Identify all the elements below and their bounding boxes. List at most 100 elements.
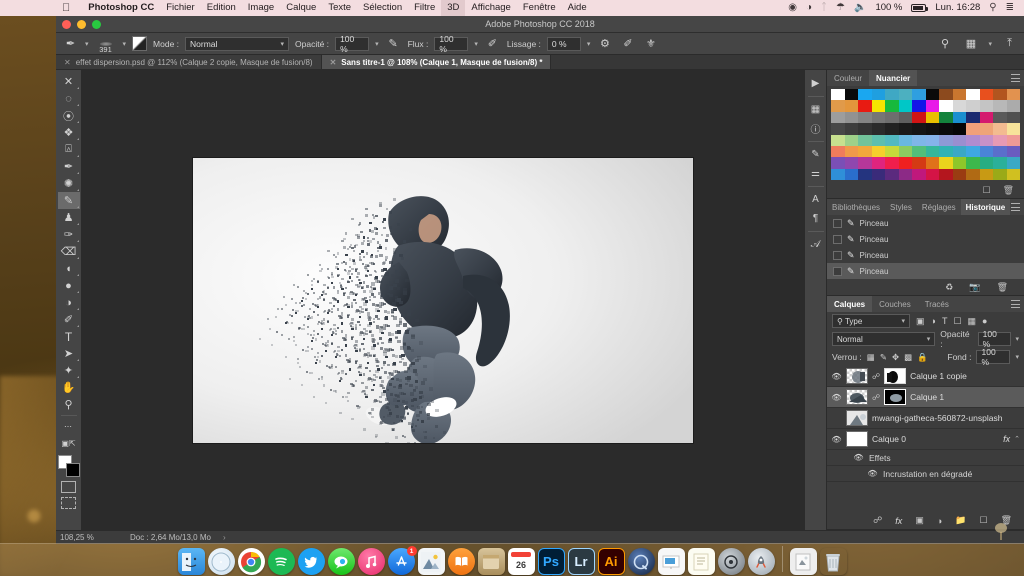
color-swatch[interactable] xyxy=(939,111,953,124)
pen-tool[interactable]: ✐ xyxy=(58,311,80,328)
panel-menu-icon[interactable] xyxy=(1011,203,1020,212)
color-swatch[interactable] xyxy=(898,134,912,146)
search-icon[interactable]: ⚲ xyxy=(989,0,996,16)
wifi-icon[interactable]: ☂ xyxy=(836,0,845,16)
color-swatch[interactable] xyxy=(912,100,926,112)
flow-chevron-icon[interactable]: ▾ xyxy=(474,40,478,48)
color-swatch[interactable] xyxy=(831,134,845,146)
color-swatch[interactable] xyxy=(898,145,912,158)
dodge-tool[interactable]: ◑ xyxy=(58,294,80,311)
color-swatch[interactable] xyxy=(925,134,939,146)
document-tab-effet-dispersion[interactable]: ✕ effet dispersion.psd @ 112% (Calque 2 … xyxy=(56,55,322,69)
color-swatch[interactable] xyxy=(898,100,912,112)
color-swatch[interactable] xyxy=(1006,123,1020,135)
tab-reglages[interactable]: Réglages xyxy=(917,199,961,215)
color-swatch[interactable] xyxy=(912,134,926,146)
brush-preset-icon[interactable]: 391 xyxy=(95,35,117,53)
color-swatch[interactable] xyxy=(831,168,845,181)
menu-item-filtre[interactable]: Filtre xyxy=(408,0,441,16)
color-swatch[interactable] xyxy=(1006,134,1020,146)
color-swatch[interactable] xyxy=(871,145,885,158)
color-swatch[interactable] xyxy=(858,168,872,181)
new-adjustment-icon[interactable]: ◑ xyxy=(937,516,942,526)
color-swatch[interactable] xyxy=(844,89,858,101)
brush-tool[interactable]: ✎ xyxy=(57,192,80,209)
brush-tool-chevron-icon[interactable]: ▾ xyxy=(85,40,89,48)
color-swatch[interactable] xyxy=(898,111,912,124)
link-icon[interactable]: ☍ xyxy=(873,515,882,526)
color-swatch[interactable] xyxy=(939,145,953,158)
document-tab-sans-titre-1[interactable]: ✕ Sans titre-1 @ 108% (Calque 1, Masque … xyxy=(321,55,552,69)
layer-name[interactable]: mwangi-gatheca-560872-unsplash xyxy=(872,413,1020,423)
color-swatch[interactable] xyxy=(952,134,966,146)
layer-thumbnail[interactable] xyxy=(846,368,868,385)
tab-bibliotheques[interactable]: Bibliothèques xyxy=(827,199,885,215)
new-group-icon[interactable]: 📁 xyxy=(955,515,966,526)
layer-effects-group[interactable]: 👁 Effets xyxy=(827,450,1024,467)
move-tool[interactable]: ✕︎ xyxy=(58,73,80,90)
color-swatch[interactable] xyxy=(979,145,993,158)
color-swatch[interactable] xyxy=(966,111,980,124)
color-swatch[interactable] xyxy=(831,145,845,158)
close-icon[interactable]: ✕ xyxy=(64,58,71,67)
path-selection-tool[interactable]: ➤ xyxy=(58,345,80,362)
menubar-clock[interactable]: Lun. 16:28 xyxy=(935,0,980,16)
menu-app-name[interactable]: Photoshop CC xyxy=(82,0,160,16)
color-swatch[interactable] xyxy=(939,89,953,101)
menu-item-edition[interactable]: Edition xyxy=(201,0,242,16)
color-swatch[interactable] xyxy=(898,157,912,169)
trash-icon[interactable]: 🗑 xyxy=(997,282,1008,293)
lock-position-icon[interactable]: ✥ xyxy=(892,352,899,363)
color-swatch[interactable] xyxy=(871,100,885,112)
dock-app-safari[interactable] xyxy=(207,548,235,575)
dock-app-quicktime[interactable] xyxy=(627,548,655,575)
color-swatch[interactable] xyxy=(844,157,858,169)
color-swatch[interactable] xyxy=(966,168,980,181)
color-swatch[interactable] xyxy=(885,100,899,112)
layer-name[interactable]: Calque 1 copie xyxy=(910,371,1020,381)
quick-selection-tool[interactable]: ❖ xyxy=(58,124,80,141)
visibility-icon[interactable]: 👁 xyxy=(831,414,842,423)
color-swatch[interactable] xyxy=(925,168,939,181)
brush-panel-toggle-icon[interactable] xyxy=(132,36,148,51)
new-layer-icon[interactable]: ☐ xyxy=(979,515,987,526)
color-swatch[interactable] xyxy=(939,168,953,181)
color-swatch[interactable] xyxy=(885,123,899,135)
search-icon[interactable]: ⚲ xyxy=(936,35,953,52)
color-swatch[interactable] xyxy=(831,100,845,112)
color-swatch[interactable] xyxy=(952,100,966,112)
color-swatch[interactable] xyxy=(871,111,885,124)
visibility-icon[interactable]: 👁 xyxy=(831,372,842,381)
opacity-chevron-icon[interactable]: ▾ xyxy=(375,40,379,48)
color-swatch[interactable] xyxy=(993,168,1007,181)
adjustments-icon[interactable]: ⚌ xyxy=(806,164,826,183)
eraser-tool[interactable]: ⌫ xyxy=(58,243,80,260)
color-swatch[interactable] xyxy=(993,145,1007,158)
color-swatch[interactable] xyxy=(952,157,966,169)
tab-couches[interactable]: Couches xyxy=(872,296,918,312)
layer-filter-type-select[interactable]: ⚲ Type ▾ xyxy=(832,314,910,329)
color-swatch[interactable] xyxy=(966,157,980,169)
hand-tool[interactable]: ✋ xyxy=(58,379,80,396)
camera-icon[interactable]: 📷 xyxy=(969,282,980,293)
smoothing-chevron-icon[interactable]: ▾ xyxy=(587,40,591,48)
history-state-selected[interactable]: ✎ Pinceau xyxy=(827,263,1024,280)
color-swatch[interactable] xyxy=(871,89,885,101)
brush-icon[interactable]: ✒ xyxy=(62,35,79,52)
color-swatch[interactable] xyxy=(993,157,1007,169)
zoom-level[interactable]: 108,25 % xyxy=(56,533,112,542)
flow-input[interactable]: 100 % xyxy=(434,34,469,54)
color-swatch[interactable] xyxy=(966,123,980,135)
gradient-tool[interactable]: ◖ xyxy=(58,260,80,277)
dock-app-itunes[interactable] xyxy=(357,548,385,575)
layer-thumbnail[interactable] xyxy=(846,410,868,427)
history-snapshot-box[interactable] xyxy=(833,234,842,244)
paragraph-icon[interactable]: ¶ xyxy=(806,209,826,228)
layer-mask-thumbnail[interactable] xyxy=(884,368,907,385)
tab-traces[interactable]: Tracés xyxy=(918,296,956,312)
color-swatch[interactable] xyxy=(925,157,939,169)
dock-app-illustrator[interactable]: Ai xyxy=(597,548,625,575)
zoom-button[interactable] xyxy=(92,20,101,29)
crop-tool[interactable]: ⍓ xyxy=(58,141,80,158)
visibility-icon[interactable]: 👁 xyxy=(853,453,864,462)
